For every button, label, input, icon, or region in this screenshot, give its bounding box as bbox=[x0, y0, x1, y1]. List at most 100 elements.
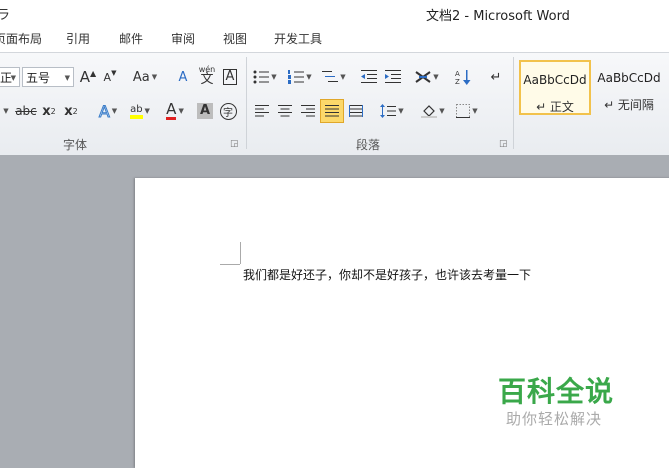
show-marks-button[interactable]: ↵ bbox=[486, 66, 506, 88]
subscript-button[interactable]: x2 bbox=[40, 100, 58, 122]
superscript-icon: x bbox=[64, 103, 73, 119]
paint-bucket-icon bbox=[421, 105, 438, 118]
grow-font-icon: A bbox=[79, 68, 91, 86]
clear-format-button[interactable]: A bbox=[172, 66, 194, 88]
borders-icon bbox=[456, 104, 471, 118]
multilevel-list-button[interactable]: ▼ bbox=[319, 66, 349, 88]
char-shading-button[interactable]: A bbox=[196, 100, 214, 122]
distributed-icon bbox=[349, 105, 363, 117]
style-no-spacing[interactable]: AaBbCcDd ↵ 无间隔 bbox=[593, 60, 665, 115]
align-right-button[interactable] bbox=[297, 100, 319, 122]
highlight-icon: ab bbox=[130, 104, 143, 119]
tab-references[interactable]: 引用 bbox=[66, 30, 90, 47]
paragraph-dialog-launcher-icon[interactable]: ◲ bbox=[499, 139, 508, 149]
chevron-down-icon: ▼ bbox=[64, 74, 70, 82]
strikethrough-button[interactable]: abc bbox=[14, 100, 38, 122]
char-border-icon: A bbox=[222, 69, 238, 85]
chevron-down-icon: ▼ bbox=[3, 107, 9, 115]
title-bar-fragment: ラ bbox=[0, 8, 11, 23]
chevron-down-icon: ▼ bbox=[144, 107, 150, 115]
subscript-icon: x bbox=[42, 103, 51, 119]
decrease-indent-button[interactable] bbox=[358, 66, 380, 88]
sort-icon: AZ bbox=[455, 70, 471, 85]
chevron-down-icon: ▼ bbox=[271, 73, 277, 81]
multilevel-list-icon bbox=[322, 71, 339, 82]
shading-button[interactable]: ▼ bbox=[418, 100, 448, 122]
highlight-button[interactable]: ab ▼ bbox=[125, 100, 155, 122]
align-left-button[interactable] bbox=[251, 100, 273, 122]
paragraph-group-label: 段落 bbox=[356, 138, 381, 152]
watermark-subtitle: 助你轻松解决 bbox=[506, 410, 603, 428]
style-name: ↵ 正文 bbox=[536, 100, 574, 114]
document-background bbox=[0, 155, 669, 178]
chevron-down-icon: ▼ bbox=[306, 73, 312, 81]
phonetic-guide-button[interactable]: wén 文 bbox=[196, 64, 218, 86]
justify-icon bbox=[325, 105, 339, 117]
change-case-button[interactable]: Aa ▼ bbox=[130, 66, 160, 88]
font-color-button[interactable]: A ▼ bbox=[160, 100, 190, 122]
group-separator bbox=[246, 57, 247, 149]
phonetic-guide-icon: 文 bbox=[200, 72, 214, 87]
chevron-down-icon: ▼ bbox=[178, 107, 184, 115]
shrink-font-icon: A bbox=[103, 70, 112, 84]
char-border-button[interactable]: A bbox=[220, 66, 240, 88]
subscript-mark: 2 bbox=[50, 106, 56, 116]
tab-page-layout[interactable]: 页面布局 bbox=[0, 30, 42, 47]
style-sample: AaBbCcDd bbox=[597, 71, 661, 85]
numbering-button[interactable]: ▼ bbox=[285, 66, 315, 88]
watermark-title: 百科全说 bbox=[498, 375, 615, 408]
chevron-down-icon: ▼ bbox=[111, 107, 118, 115]
underline-dropdown[interactable]: ▼ bbox=[0, 100, 10, 122]
chevron-down-icon: ▼ bbox=[151, 73, 158, 81]
sort-button[interactable]: AZ bbox=[452, 66, 474, 88]
tab-view[interactable]: 视图 bbox=[223, 30, 247, 47]
title-bar: ラ 文档2 - Microsoft Word bbox=[0, 0, 669, 25]
line-spacing-button[interactable]: ▼ bbox=[378, 100, 406, 122]
chevron-down-icon: ▼ bbox=[340, 73, 346, 81]
document-text[interactable]: 我们都是好还子，你却不是好孩子，也许该去考量一下 bbox=[243, 266, 531, 283]
enclose-char-button[interactable]: 字 bbox=[218, 100, 238, 122]
margin-corner-mark bbox=[220, 264, 240, 265]
align-left-icon bbox=[255, 105, 269, 117]
paragraph-mark-icon: ↵ bbox=[490, 69, 502, 85]
font-dialog-launcher-icon[interactable]: ◲ bbox=[230, 139, 239, 149]
numbered-list-icon bbox=[288, 70, 305, 84]
borders-button[interactable]: ▼ bbox=[452, 100, 482, 122]
ribbon-tabs: 页面布局 引用 邮件 审阅 视图 开发工具 bbox=[0, 25, 669, 52]
grow-font-button[interactable]: A ▲ bbox=[78, 66, 98, 88]
justify-button[interactable] bbox=[320, 99, 344, 123]
enclose-char-icon: 字 bbox=[219, 102, 237, 120]
font-name-combo[interactable]: 正 ▼ bbox=[0, 67, 20, 87]
font-size-combo[interactable]: 五号 ▼ bbox=[22, 67, 74, 87]
distributed-button[interactable] bbox=[345, 100, 367, 122]
clear-format-icon: A bbox=[178, 69, 188, 85]
margin-corner-mark bbox=[240, 242, 241, 264]
font-group-label: 字体 bbox=[63, 138, 88, 152]
align-center-button[interactable] bbox=[274, 100, 296, 122]
style-name: ↵ 无间隔 bbox=[604, 98, 654, 112]
style-normal[interactable]: AaBbCcDd ↵ 正文 bbox=[519, 60, 591, 115]
chevron-down-icon: ▼ bbox=[433, 73, 439, 81]
ribbon: 正 ▼ 五号 ▼ A ▲ A ▼ Aa ▼ A wén 文 A ▼ abc x2 x2… bbox=[0, 52, 669, 156]
text-effect-icon: A bbox=[98, 101, 110, 121]
bullets-button[interactable]: ▼ bbox=[251, 66, 279, 88]
font-size-value: 五号 bbox=[26, 70, 51, 85]
decrease-indent-icon bbox=[361, 70, 377, 83]
tab-review[interactable]: 审阅 bbox=[171, 30, 195, 47]
tab-mailings[interactable]: 邮件 bbox=[119, 30, 143, 47]
align-right-icon bbox=[301, 105, 315, 117]
svg-text:Z: Z bbox=[455, 78, 460, 85]
tab-developer[interactable]: 开发工具 bbox=[274, 30, 322, 47]
svg-text:A: A bbox=[455, 70, 460, 78]
chevron-down-icon: ▼ bbox=[10, 74, 16, 82]
superscript-button[interactable]: x2 bbox=[62, 100, 80, 122]
strikethrough-icon: abc bbox=[15, 104, 37, 118]
chevron-down-icon: ▼ bbox=[398, 107, 404, 115]
shrink-font-button[interactable]: A ▼ bbox=[101, 66, 119, 88]
chevron-down-icon: ▼ bbox=[472, 107, 478, 115]
increase-indent-button[interactable] bbox=[382, 66, 404, 88]
text-effect-button[interactable]: A ▼ bbox=[94, 100, 122, 122]
superscript-mark: 2 bbox=[72, 106, 78, 116]
chinese-layout-button[interactable]: ▼ bbox=[413, 66, 441, 88]
chevron-down-icon: ▼ bbox=[439, 107, 445, 115]
